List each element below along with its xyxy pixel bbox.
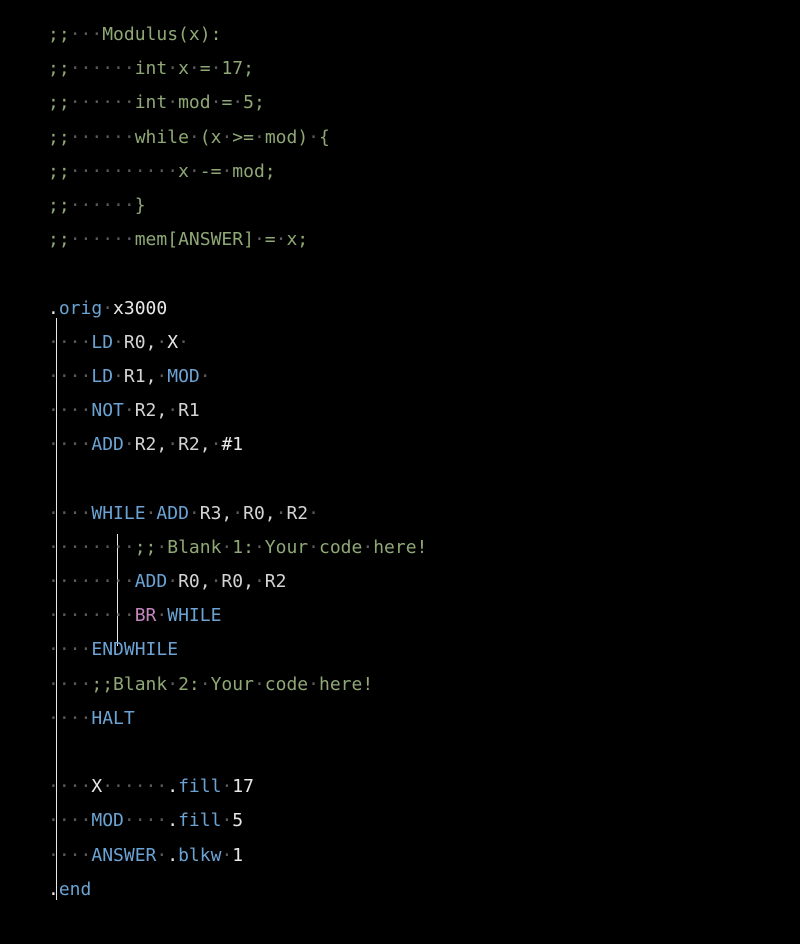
- code-line: ········;;·Blank·1:·Your·code·here!: [48, 531, 800, 565]
- code-line: ····X······.fill·17: [48, 770, 800, 804]
- code-line: ;;······int·x·=·17;: [48, 52, 800, 86]
- code-line: ········BR·WHILE: [48, 599, 800, 633]
- code-line: ········ADD·R0,·R0,·R2: [48, 565, 800, 599]
- code-line: ;;··········x·-=·mod;: [48, 155, 800, 189]
- code-line: ····ADD·R2,·R2,·#1: [48, 428, 800, 462]
- code-line: ····MOD····.fill·5: [48, 804, 800, 838]
- code-line: ····ANSWER·.blkw·1: [48, 839, 800, 873]
- code-line: ;;······mem[ANSWER]·=·x;: [48, 223, 800, 257]
- code-line: .orig·x3000: [48, 292, 800, 326]
- code-line: ····HALT: [48, 702, 800, 736]
- code-line: ····LD·R1,·MOD·: [48, 360, 800, 394]
- code-line: ····WHILE·ADD·R3,·R0,·R2·: [48, 497, 800, 531]
- code-line: ;;······while·(x·>=·mod)·{: [48, 121, 800, 155]
- code-line: ;;···Modulus(x):: [48, 18, 800, 52]
- code-line: ····ENDWHILE: [48, 633, 800, 667]
- blank-line: [48, 462, 800, 496]
- blank-line: [48, 257, 800, 291]
- code-line: ;;······int·mod·=·5;: [48, 86, 800, 120]
- code-line: .end: [48, 873, 800, 907]
- code-line: ;;······}: [48, 189, 800, 223]
- code-line: ····;;Blank·2:·Your·code·here!: [48, 668, 800, 702]
- code-editor[interactable]: ;;···Modulus(x): ;;······int·x·=·17; ;;·…: [0, 0, 800, 907]
- code-line: ····NOT·R2,·R1: [48, 394, 800, 428]
- blank-line: [48, 736, 800, 770]
- code-line: ····LD·R0,·X·: [48, 326, 800, 360]
